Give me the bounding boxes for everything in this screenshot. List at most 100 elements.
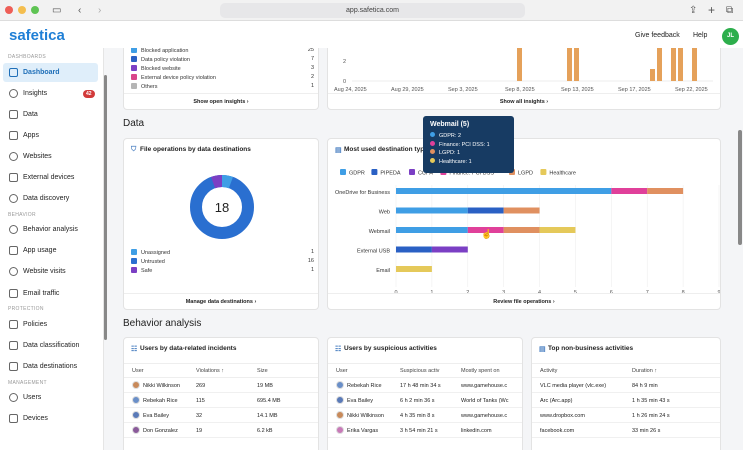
avatar [132, 396, 140, 404]
new-tab-icon[interactable]: + [708, 0, 715, 21]
table-row[interactable]: VLC media player (vlc.exe) 84 h 9 min [532, 379, 720, 393]
address-bar[interactable]: app.safetica.com [220, 3, 525, 18]
sidebar-item-label: Insights [23, 90, 48, 97]
sidebar-item-external-devices[interactable]: External devices [3, 168, 98, 187]
give-feedback-link[interactable]: Give feedback [635, 32, 680, 39]
timeline-bar [650, 69, 655, 81]
sidebar-scrollbar[interactable] [104, 75, 107, 340]
insights-count-badge: 42 [83, 90, 95, 98]
sidebar-item-insights[interactable]: Insights 42 [3, 84, 98, 103]
column-header-mostly-spent-on[interactable]: Mostly spent on [461, 364, 500, 379]
sidebar-item-data-classification[interactable]: Data classification [3, 336, 98, 355]
sidebar-item-label: Data [23, 111, 38, 118]
timeline-bar [657, 48, 662, 81]
close-window-dot[interactable] [5, 6, 13, 14]
back-arrow-icon[interactable]: ‹ [78, 0, 81, 21]
sidebar-item-label: Behavior analysis [23, 226, 78, 233]
bar-segment [396, 227, 468, 233]
insights-card: Blocked application 25 Data policy violat… [123, 48, 319, 110]
sidebar-item-users[interactable]: Users [3, 388, 98, 407]
sidebar-item-policies[interactable]: Policies [3, 315, 98, 334]
sidebar-item-website-visits[interactable]: Website visits [3, 262, 98, 281]
table-row[interactable]: Arc (Arc.app) 1 h 35 min 43 s [532, 394, 720, 408]
forward-arrow-icon[interactable]: › [98, 0, 101, 21]
incidents-card: ☷ Users by data-related incidents User Vi… [123, 337, 319, 450]
sidebar-section-protection: PROTECTION [8, 306, 44, 312]
document-icon [9, 110, 18, 119]
bar-segment [396, 246, 432, 253]
donut-slice-safe [211, 175, 223, 189]
sidebar-item-app-usage[interactable]: App usage [3, 241, 98, 260]
tooltip-row: Finance: PCI DSS: 1 [430, 140, 507, 150]
table-row[interactable]: Eva Bailey 6 h 2 min 36 s World of Tanks (… [328, 394, 522, 408]
table-row[interactable]: Rebekah Rice 17 h 48 min 34 s www.gamehous… [328, 379, 522, 393]
table-row[interactable]: Eva Bailey 32 14.1 MB [124, 409, 318, 423]
table-row[interactable]: Rebekah Rice 115 695.4 MB [124, 394, 318, 408]
maximize-window-dot[interactable] [31, 6, 39, 14]
legend-item: Data policy violation 7 [131, 56, 314, 63]
share-icon[interactable]: ⇪ [689, 0, 697, 21]
table-row[interactable]: facebook.com 33 min 26 s [532, 424, 720, 438]
table-row[interactable]: Nikki Wilkinson 4 h 35 min 8 s www.gamehou… [328, 409, 522, 423]
column-header-duration[interactable]: Duration ↑ [632, 364, 657, 379]
user-avatar[interactable]: JL [722, 28, 739, 45]
category-label: OneDrive for Business [335, 190, 390, 196]
destination-types-chart: GDPR PIPEDA CCPA Finance: PCI DSS LGPD Health… [335, 169, 720, 295]
legend-swatch [409, 169, 415, 175]
legend-item: Unassigned 1 [131, 249, 314, 256]
legend-swatch [371, 169, 378, 175]
manage-data-destinations-button[interactable]: Manage data destinations › [124, 293, 318, 309]
section-title-data: Data [123, 118, 145, 129]
minimize-window-dot[interactable] [18, 6, 26, 14]
help-link[interactable]: Help [693, 32, 707, 39]
sidebar-item-email-traffic[interactable]: Email traffic [3, 284, 98, 303]
category-label: Email [376, 268, 390, 274]
avatar [336, 381, 344, 389]
legend-label: GDPR [349, 171, 365, 177]
safetica-logo[interactable]: safetica [9, 27, 65, 44]
destination-types-card: ▤ Most used destination types by data cla… [327, 138, 721, 310]
column-header-activity[interactable]: Activity [540, 364, 557, 379]
show-all-insights-button[interactable]: Show all insights › [328, 93, 720, 109]
sidebar-item-label: Policies [23, 321, 48, 328]
y-tick-label: 0 [343, 79, 346, 85]
column-header-user[interactable]: User [336, 364, 348, 379]
sidebar-item-label: Data discovery [23, 195, 70, 202]
column-header-size[interactable]: Size [257, 364, 268, 379]
sidebar-item-data-discovery[interactable]: Data discovery [3, 189, 98, 208]
tooltip-row: Healthcare: 1 [430, 157, 507, 167]
column-header-violations[interactable]: Violations ↑ [196, 364, 224, 379]
timeline-bar [678, 48, 683, 81]
column-header-suspicious-activity[interactable]: Suspicious activ [400, 364, 439, 379]
category-label: Web [379, 210, 390, 216]
table-row[interactable]: Erika Vargas 3 h 54 min 21 s linkedin.com [328, 424, 522, 438]
sidebar-item-apps[interactable]: Apps [3, 126, 98, 145]
table-header: Activity Duration ↑ [532, 363, 720, 378]
table-row[interactable]: Don Gonzalez 19 6.2 kB [124, 424, 318, 438]
suspicious-activities-card: ☷ Users by suspicious activities User Sus… [327, 337, 523, 450]
table-row[interactable]: Nikki Wilkinson 269 19 MB [124, 379, 318, 393]
avatar [336, 411, 344, 419]
sidebar-section-dashboards: DASHBOARDS [8, 54, 47, 60]
sidebar-item-devices[interactable]: Devices [3, 409, 98, 428]
sidebar-item-behavior-analysis[interactable]: Behavior analysis [3, 220, 98, 239]
tabs-overview-icon[interactable]: ⧉ [726, 0, 733, 21]
sidebar-item-data-destinations[interactable]: Data destinations [3, 357, 98, 376]
page-scrollbar[interactable] [738, 130, 742, 245]
card-title: ⛉ File operations by data destinations [131, 146, 251, 153]
column-header-user[interactable]: User [132, 364, 144, 379]
sidebar-item-label: Websites [23, 153, 52, 160]
sidebar-item-websites[interactable]: Websites [3, 147, 98, 166]
sidebar-item-label: Users [23, 394, 42, 401]
avatar [132, 411, 140, 419]
sidebar-item-data[interactable]: Data [3, 105, 98, 124]
show-open-insights-button[interactable]: Show open insights › [124, 93, 318, 109]
review-file-operations-button[interactable]: Review file operations › [328, 293, 720, 309]
dashboard-icon [9, 68, 18, 77]
table-header: User Violations ↑ Size [124, 363, 318, 378]
sidebar-item-label: Devices [23, 415, 48, 422]
sidebar-section-behavior: BEHAVIOR [8, 212, 36, 218]
sidebar-toggle-icon[interactable]: ▭ [52, 0, 61, 21]
sidebar-item-dashboard[interactable]: Dashboard [3, 63, 98, 82]
table-row[interactable]: www.dropbox.com 1 h 26 min 24 s [532, 409, 720, 423]
